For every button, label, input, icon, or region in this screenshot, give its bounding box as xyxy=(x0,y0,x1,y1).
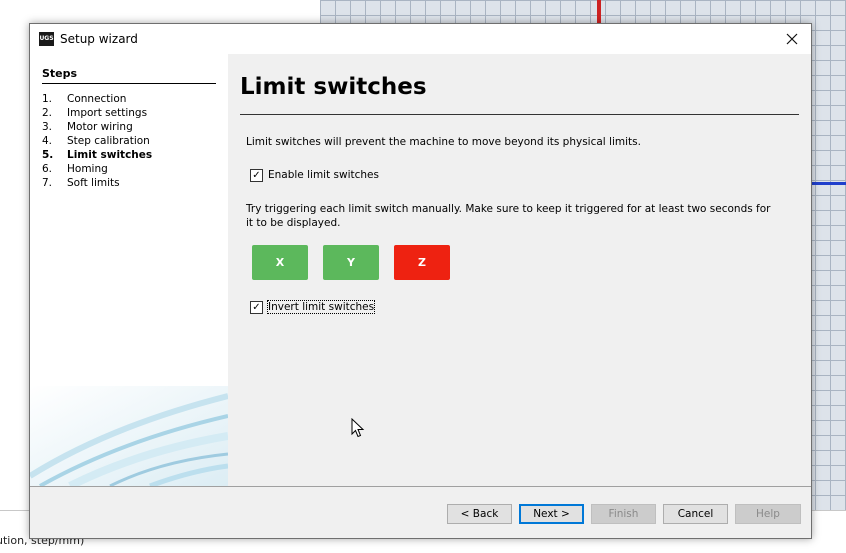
setup-wizard-dialog: UGS Setup wizard Steps 1. Connection 2. Im… xyxy=(29,23,812,539)
background-axis-line-red xyxy=(597,0,601,24)
limit-indicator-x: X xyxy=(252,245,308,280)
step-item: 6. Homing xyxy=(42,163,108,175)
step-item: 2. Import settings xyxy=(42,107,148,119)
help-button[interactable]: Help xyxy=(735,504,801,524)
checkbox-checked-icon[interactable]: ✓ xyxy=(250,168,263,182)
limit-indicator-y: Y xyxy=(323,245,379,280)
finish-button[interactable]: Finish xyxy=(591,504,656,524)
page-title: Limit switches xyxy=(240,74,427,100)
background-axis-line-blue xyxy=(810,182,846,185)
steps-heading: Steps xyxy=(42,67,216,84)
close-icon xyxy=(786,33,798,45)
cancel-button[interactable]: Cancel xyxy=(663,504,728,524)
step-item: 1. Connection xyxy=(42,93,127,105)
step-item: 4. Step calibration xyxy=(42,135,150,147)
step-item: 3. Motor wiring xyxy=(42,121,133,133)
app-logo-icon: UGS xyxy=(39,32,54,46)
next-button[interactable]: Next > xyxy=(519,504,584,524)
limit-indicator-z: Z xyxy=(394,245,450,280)
description-text: Limit switches will prevent the machine … xyxy=(246,136,641,148)
title-divider xyxy=(240,114,799,115)
window-title: Setup wizard xyxy=(60,32,138,46)
invert-limit-switches-checkbox[interactable]: ✓ Invert limit switches xyxy=(250,299,376,315)
close-button[interactable] xyxy=(775,26,809,52)
back-button[interactable]: < Back xyxy=(447,504,512,524)
steps-sidebar: Steps 1. Connection 2. Import settings 3. M… xyxy=(30,54,228,486)
trigger-instructions: Try triggering each limit switch manuall… xyxy=(246,203,771,229)
step-item-active: 5. Limit switches xyxy=(42,149,153,161)
content-panel: Limit switches Limit switches will preve… xyxy=(228,54,811,486)
title-bar[interactable]: UGS Setup wizard xyxy=(30,24,811,54)
enable-limit-switches-checkbox[interactable]: ✓ Enable limit switches xyxy=(250,167,379,183)
steps-list: 1. Connection 2. Import settings 3. Motor w… xyxy=(42,92,152,190)
invert-limit-switches-label: Invert limit switches xyxy=(266,300,376,314)
dialog-footer: < Back Next > Finish Cancel Help xyxy=(30,487,811,538)
mouse-cursor-icon xyxy=(351,418,365,438)
step-item: 7. Soft limits xyxy=(42,177,120,189)
checkbox-checked-icon[interactable]: ✓ xyxy=(250,300,263,314)
enable-limit-switches-label: Enable limit switches xyxy=(268,169,379,181)
sidebar-decoration-art xyxy=(30,386,228,486)
